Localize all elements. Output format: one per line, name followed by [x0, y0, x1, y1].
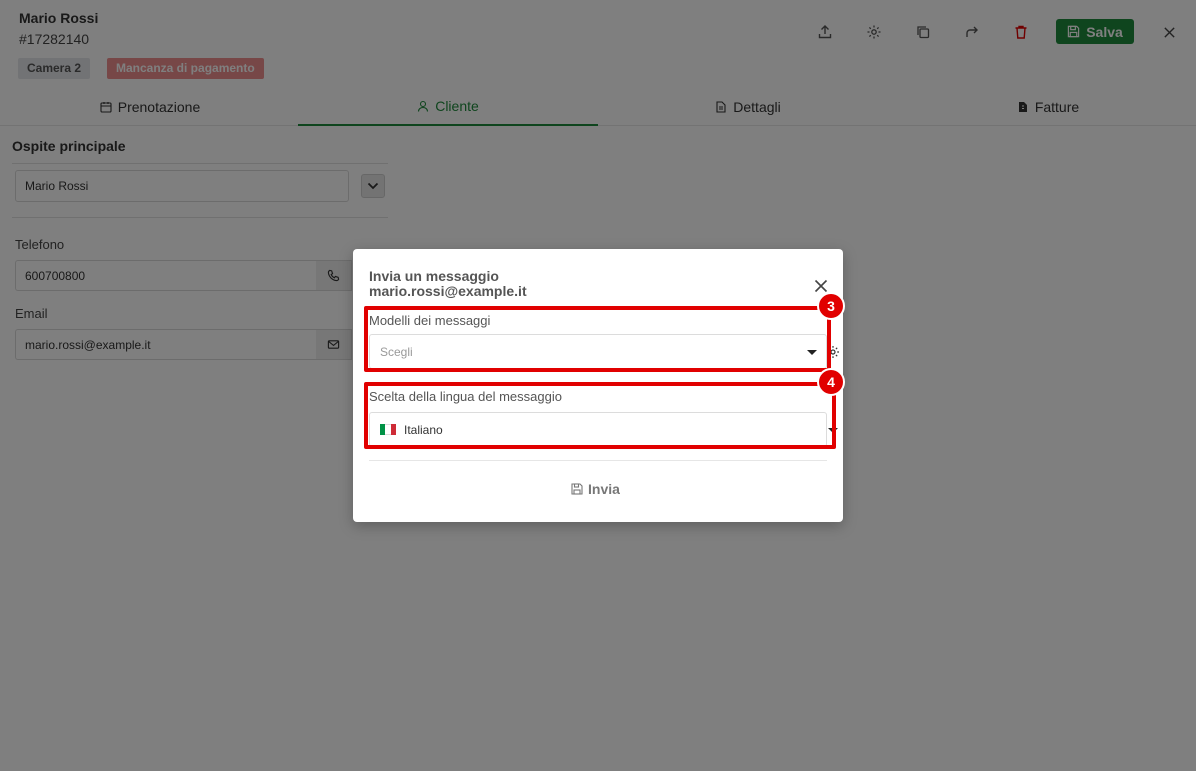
annotation-highlight-language [364, 382, 836, 449]
annotation-badge-4: 4 [817, 368, 845, 396]
modal-title-line: Invia un messaggio [369, 268, 499, 284]
send-button[interactable]: Invia [571, 479, 620, 499]
annotation-badge-3: 3 [817, 292, 845, 320]
modal-divider [369, 460, 827, 461]
annotation-highlight-templates [364, 306, 831, 372]
send-button-label: Invia [588, 481, 620, 497]
floppy-icon [571, 483, 583, 495]
modal-title: Invia un messaggio mario.rossi@example.i… [369, 269, 527, 299]
modal-recipient: mario.rossi@example.it [369, 283, 527, 299]
